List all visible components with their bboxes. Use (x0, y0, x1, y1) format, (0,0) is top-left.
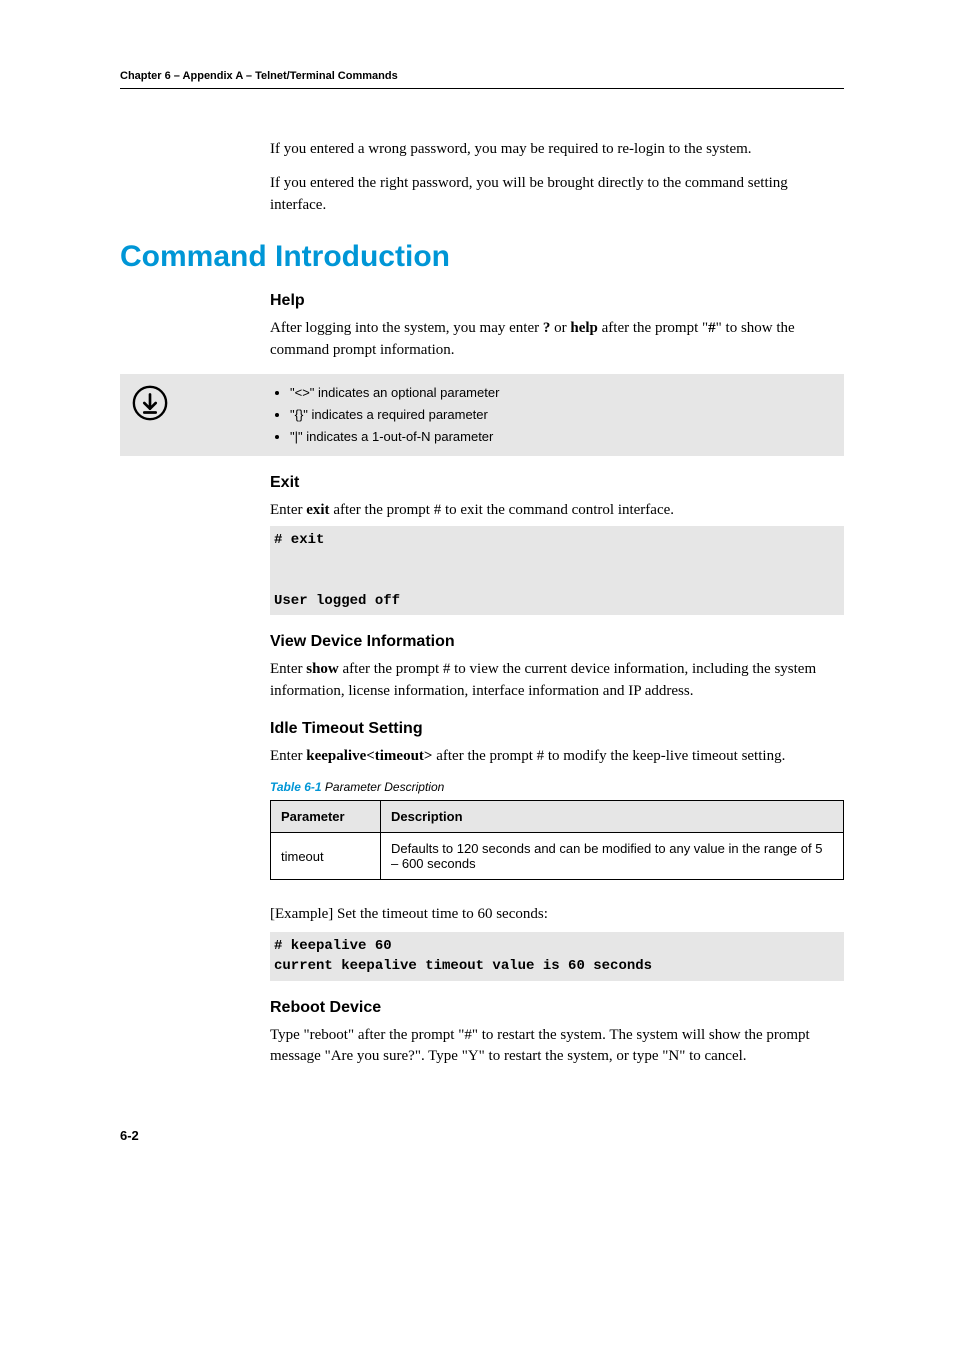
reboot-p1: Type "reboot" after the prompt "#" to re… (270, 1025, 844, 1069)
td-parameter: timeout (271, 833, 381, 880)
table-label: Table 6-1 (270, 780, 322, 794)
idle-code: # keepalive 60 current keepalive timeout… (270, 932, 844, 981)
intro-block: If you entered a wrong password, you may… (270, 139, 844, 216)
note-block: "<>" indicates an optional parameter "{}… (120, 374, 844, 456)
note-item: "|" indicates a 1-out-of-N parameter (290, 426, 499, 448)
exit-code: # exit User logged off (270, 526, 844, 615)
section-title: Command Introduction (120, 240, 844, 274)
note-item: "<>" indicates an optional parameter (290, 382, 499, 404)
exit-title: Exit (270, 474, 844, 492)
table-desc: Parameter Description (322, 780, 445, 794)
th-description: Description (381, 801, 844, 833)
help-title: Help (270, 292, 844, 310)
idle-title: Idle Timeout Setting (270, 720, 844, 738)
exit-p1: Enter exit after the prompt # to exit th… (270, 500, 844, 522)
text: Enter (270, 748, 306, 764)
text: or (550, 320, 570, 336)
table-header-row: Parameter Description (271, 801, 844, 833)
reboot-title: Reboot Device (270, 999, 844, 1017)
note-icon (120, 382, 180, 422)
td-description: Defaults to 120 seconds and can be modif… (381, 833, 844, 880)
exit-section: Exit Enter exit after the prompt # to ex… (270, 474, 844, 1068)
text: Enter (270, 502, 306, 518)
text-bold: keepalive<timeout> (306, 748, 432, 764)
text: after the prompt # to view the current d… (270, 661, 816, 699)
idle-example: [Example] Set the timeout time to 60 sec… (270, 904, 844, 926)
intro-p1: If you entered a wrong password, you may… (270, 139, 844, 161)
text: After logging into the system, you may e… (270, 320, 543, 336)
param-table: Parameter Description timeout Defaults t… (270, 800, 844, 880)
help-p1: After logging into the system, you may e… (270, 318, 844, 362)
table-caption: Table 6-1 Parameter Description (270, 780, 844, 794)
th-parameter: Parameter (271, 801, 381, 833)
text-bold: help (570, 320, 598, 336)
chapter-header: Chapter 6 – Appendix A – Telnet/Terminal… (120, 70, 844, 89)
text-bold: show (306, 661, 339, 677)
text: Enter (270, 661, 306, 677)
table-row: timeout Defaults to 120 seconds and can … (271, 833, 844, 880)
text: after the prompt " (598, 320, 708, 336)
text-bold: exit (306, 502, 329, 518)
text: after the prompt # to modify the keep-li… (432, 748, 785, 764)
help-section: Help After logging into the system, you … (270, 292, 844, 362)
intro-p2: If you entered the right password, you w… (270, 173, 844, 217)
page-number: 6-2 (120, 1128, 844, 1143)
view-p1: Enter show after the prompt # to view th… (270, 659, 844, 703)
text: after the prompt # to exit the command c… (330, 502, 674, 518)
text-bold: # (708, 320, 716, 336)
view-title: View Device Information (270, 633, 844, 651)
note-list: "<>" indicates an optional parameter "{}… (290, 382, 499, 448)
idle-p1: Enter keepalive<timeout> after the promp… (270, 746, 844, 768)
note-item: "{}" indicates a required parameter (290, 404, 499, 426)
